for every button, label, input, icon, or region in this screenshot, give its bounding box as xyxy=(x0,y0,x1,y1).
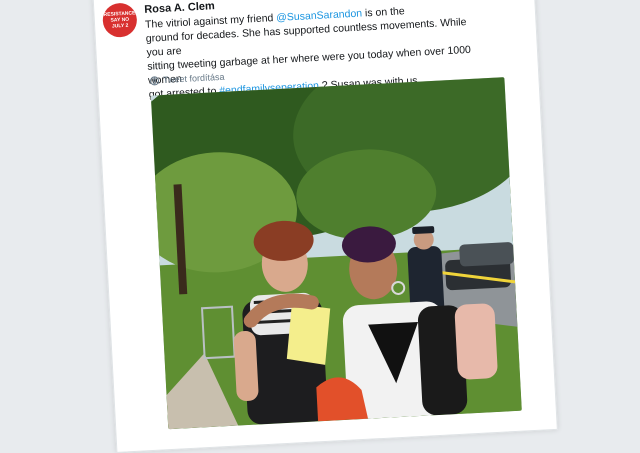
author-avatar[interactable]: RESISTANCE SAY NO JULY 2 xyxy=(101,2,138,39)
tweet-photo[interactable] xyxy=(150,77,522,430)
backpack xyxy=(454,303,498,380)
yellow-paper xyxy=(286,303,331,365)
parked-car-2 xyxy=(459,242,514,267)
author-name[interactable]: Rosa A. Clem xyxy=(144,0,215,16)
avatar-text-line-3: JULY 2 xyxy=(111,22,129,30)
photo-illustration xyxy=(150,77,522,430)
officer-cap xyxy=(412,226,435,235)
mention-suffix: is on the xyxy=(361,5,405,20)
tweet-card: RESISTANCE SAY NO JULY 2 Rosa A. Clem Th… xyxy=(92,0,558,453)
globe-icon xyxy=(149,75,160,86)
person-left-arm xyxy=(233,331,259,402)
